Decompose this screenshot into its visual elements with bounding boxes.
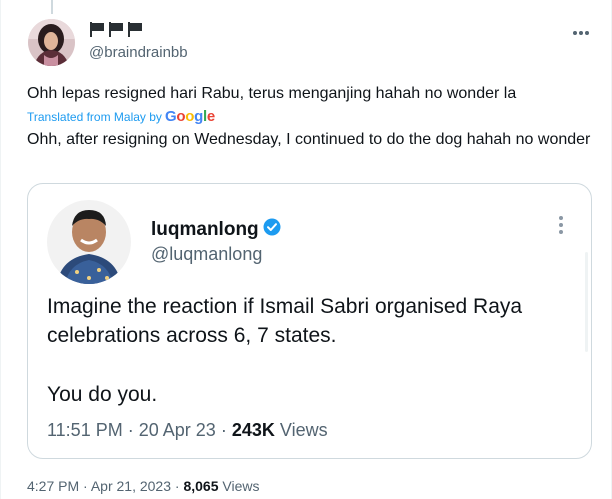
tweet-views-count: 8,065: [183, 478, 219, 494]
black-flag-icon: [127, 22, 143, 37]
verified-badge-icon: [263, 218, 281, 242]
tweet-text: Ohh lepas resigned hari Rabu, terus meng…: [27, 85, 517, 102]
google-logo: Google: [164, 108, 215, 125]
quoted-time[interactable]: 11:51 PM: [47, 420, 123, 440]
tweet-views-label: Views: [222, 478, 260, 494]
tweet-page: @braindrainbb Ohh lepas resigned hari Ra…: [0, 0, 612, 499]
author-handle[interactable]: @braindrainbb: [89, 44, 188, 61]
quoted-more-options-icon[interactable]: [553, 214, 569, 236]
quoted-tweet-meta: 11:51 PM · 20 Apr 23 · 243K Views: [47, 420, 328, 441]
tweet-time[interactable]: 4:27 PM: [27, 478, 79, 494]
translated-from-link[interactable]: Translated from Malay by Google: [27, 108, 215, 125]
tweet-date[interactable]: Apr 21, 2023: [91, 478, 171, 494]
black-flag-icon: [108, 22, 124, 37]
black-flag-icon: [89, 22, 105, 37]
quoted-text-line-1: Imagine the reaction if Ismail Sabri org…: [47, 295, 523, 347]
quoted-scrollbar[interactable]: [585, 252, 588, 352]
separator: ·: [220, 420, 227, 440]
quoted-author-avatar[interactable]: [47, 200, 131, 284]
translated-from-label: Translated from Malay by: [27, 109, 162, 124]
tweet-meta: 4:27 PM · Apr 21, 2023 · 8,065 Views: [27, 478, 259, 494]
separator: ·: [83, 478, 88, 494]
quoted-date[interactable]: 20 Apr 23: [139, 420, 216, 440]
translation-text: Ohh, after resigning on Wednesday, I con…: [27, 131, 591, 148]
thread-connector-line: [51, 0, 53, 14]
quoted-tweet-text: Imagine the reaction if Ismail Sabri org…: [47, 292, 567, 409]
quoted-author-name: luqmanlong: [151, 219, 259, 240]
separator: ·: [174, 478, 180, 494]
author-display-name[interactable]: [89, 22, 143, 37]
quoted-text-line-2: You do you.: [47, 383, 158, 406]
separator: ·: [127, 420, 134, 440]
quoted-author-name-row[interactable]: luqmanlong: [151, 218, 281, 242]
author-avatar[interactable]: [28, 19, 75, 66]
quoted-views-count: 243K: [231, 420, 275, 440]
quoted-author-handle[interactable]: @luqmanlong: [151, 244, 262, 265]
more-options-icon[interactable]: [569, 24, 593, 42]
quoted-tweet-card[interactable]: luqmanlong @luqmanlong Imagine the react…: [27, 183, 592, 459]
quoted-views-label: Views: [279, 420, 328, 440]
